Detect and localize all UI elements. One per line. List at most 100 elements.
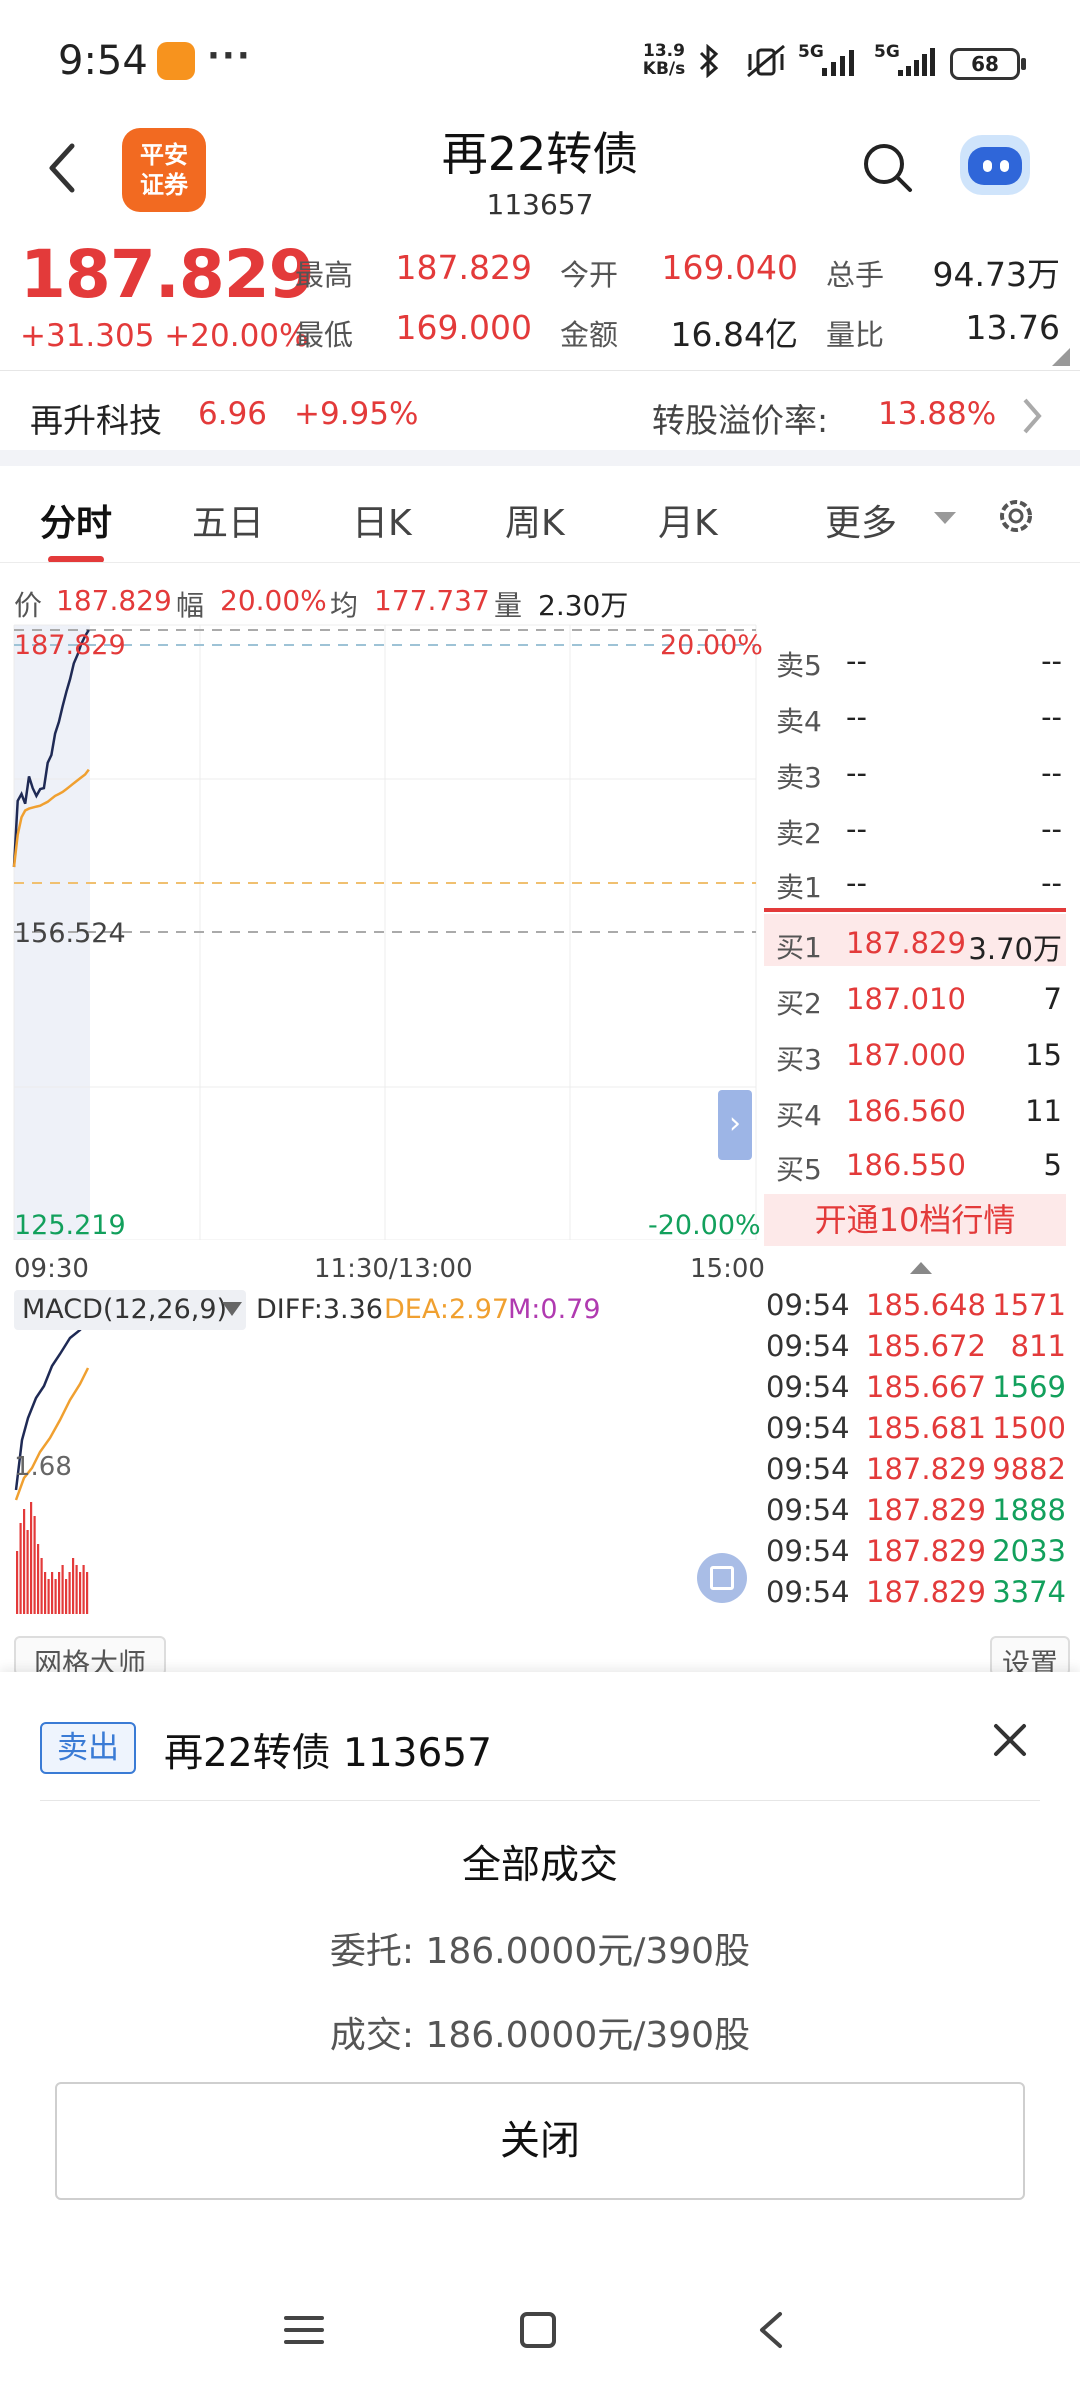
- macd-y-label: 1.68: [14, 1452, 72, 1482]
- back-arrow-icon[interactable]: [44, 140, 80, 196]
- orderbook-buy-row[interactable]: 买1 187.829 3.70万: [764, 918, 1066, 970]
- orderbook-sell-row[interactable]: 卖3 -- --: [764, 748, 1066, 800]
- info-vol-value: 2.30万: [538, 589, 629, 622]
- tick-time: 09:54: [766, 1288, 850, 1322]
- tick-volume: 811: [1010, 1329, 1066, 1363]
- chevron-down-icon[interactable]: [222, 1302, 242, 1316]
- sell-level-label: 卖4: [776, 705, 822, 738]
- collapse-up-icon[interactable]: [910, 1262, 932, 1274]
- tick-time: 09:54: [766, 1329, 850, 1363]
- search-icon[interactable]: [860, 140, 916, 196]
- status-more-icon: ···: [207, 36, 252, 76]
- sell-volume: --: [1041, 756, 1062, 790]
- close-icon[interactable]: [990, 1720, 1030, 1760]
- gear-icon[interactable]: [994, 494, 1038, 538]
- sell-volume: --: [1041, 812, 1062, 846]
- tick-price: 187.829: [866, 1575, 986, 1609]
- orderbook-buy-row[interactable]: 买4 186.560 11: [764, 1086, 1066, 1138]
- chevron-right-icon[interactable]: ›: [718, 1090, 752, 1160]
- macd-bar: [37, 1544, 40, 1614]
- back-icon[interactable]: [756, 2310, 786, 2350]
- chevron-right-icon[interactable]: [1020, 396, 1044, 436]
- macd-diff: DIFF:3.36: [256, 1294, 383, 1325]
- close-button[interactable]: 关闭: [55, 2082, 1025, 2200]
- logo-text-2: 证券: [140, 171, 188, 199]
- sell-level-label: 卖5: [776, 649, 822, 682]
- sell-volume: --: [1041, 644, 1062, 678]
- orderbook-sell-row[interactable]: 卖2 -- --: [764, 804, 1066, 856]
- premium-rate-label[interactable]: 转股溢价率:: [652, 394, 828, 442]
- sell-price: --: [846, 812, 867, 846]
- buy-level-label: 买2: [776, 987, 822, 1020]
- macd-bar: [72, 1558, 75, 1614]
- orderbook-sell-row[interactable]: 卖5 -- --: [764, 636, 1066, 688]
- tick-price: 187.829: [866, 1493, 986, 1527]
- amount-label: 金额: [560, 318, 619, 352]
- divider: [0, 562, 1080, 563]
- fullscreen-icon-inner: [710, 1566, 734, 1590]
- tab-day-k[interactable]: 日K: [352, 494, 412, 546]
- info-price-label: 价: [14, 589, 43, 622]
- y-axis-prev-close-label: 156.524: [14, 918, 126, 949]
- orderbook-sell-row[interactable]: 卖1 -- --: [764, 858, 1066, 910]
- macd-bar: [33, 1516, 36, 1614]
- tick-price: 185.667: [866, 1370, 986, 1404]
- sell-price: --: [846, 700, 867, 734]
- macd-m: M:0.79: [508, 1294, 601, 1325]
- security-code: 113657: [486, 188, 594, 221]
- orderbook-sell-row[interactable]: 卖4 -- --: [764, 692, 1066, 744]
- macd-bar: [82, 1565, 85, 1614]
- macd-bar: [16, 1551, 19, 1614]
- macd-bar: [44, 1572, 47, 1614]
- robot-face: [968, 147, 1022, 185]
- net-speed-unit: KB/s: [642, 59, 686, 79]
- broker-logo: 平安 证券: [122, 128, 206, 212]
- orderbook-buy-row[interactable]: 买3 187.000 15: [764, 1030, 1066, 1082]
- tab-month-k[interactable]: 月K: [658, 494, 718, 546]
- underlying-change: +9.95%: [294, 396, 419, 432]
- macd-bar: [65, 1579, 68, 1614]
- macd-bar: [61, 1565, 64, 1614]
- tab-week-k[interactable]: 周K: [505, 494, 565, 546]
- trade-ticks-list[interactable]: 09:54 185.648 1571 09:54 185.672 811 09:…: [764, 1282, 1066, 1612]
- buy-price: 186.550: [846, 1148, 966, 1182]
- tick-time: 09:54: [766, 1575, 850, 1609]
- last-price: 187.829: [20, 236, 315, 313]
- bluetooth-icon: [699, 44, 719, 78]
- grid-master-button[interactable]: 网格大师: [14, 1636, 167, 1680]
- sell-volume: --: [1041, 700, 1062, 734]
- sell-price: --: [846, 644, 867, 678]
- orderbook-buy-row[interactable]: 买2 187.010 7: [764, 974, 1066, 1026]
- sell-volume: --: [1041, 866, 1062, 900]
- buy-volume: 15: [1025, 1038, 1062, 1072]
- macd-histogram: [16, 1502, 89, 1614]
- signal-bars-icon: [822, 50, 854, 76]
- info-price-value: 187.829: [56, 584, 172, 617]
- underlying-stock-name[interactable]: 再升科技: [30, 394, 162, 442]
- tick-volume: 1569: [992, 1370, 1066, 1404]
- order-deal-line: 成交: 186.0000元/390股: [329, 2015, 751, 2056]
- home-icon[interactable]: [518, 2310, 558, 2350]
- tab-five-day[interactable]: 五日: [192, 494, 264, 546]
- tick-time: 09:54: [766, 1370, 850, 1404]
- high-label: 最高: [295, 258, 354, 292]
- total-hands-label: 总手: [826, 258, 885, 292]
- macd-chart[interactable]: [0, 1330, 760, 1630]
- macd-bar: [86, 1572, 89, 1614]
- menu-icon[interactable]: [282, 2310, 326, 2350]
- buy-level-label: 买5: [776, 1153, 822, 1186]
- macd-bar: [23, 1509, 26, 1614]
- tab-more[interactable]: 更多: [825, 494, 897, 546]
- expand-corner-icon[interactable]: [1052, 348, 1070, 366]
- y-axis-top-label: 187.829: [14, 630, 126, 661]
- settings-button[interactable]: 设置: [990, 1636, 1071, 1680]
- tab-intraday[interactable]: 分时: [40, 494, 112, 546]
- orderbook-buy-row[interactable]: 买5 186.550 5: [764, 1140, 1066, 1192]
- open-level10-button[interactable]: 开通10档行情: [764, 1194, 1066, 1246]
- macd-bar: [30, 1502, 33, 1614]
- net-speed-value: 13.9: [643, 41, 685, 61]
- open-value: 169.040: [661, 248, 798, 287]
- tick-price: 187.829: [866, 1452, 986, 1486]
- chevron-down-icon[interactable]: [934, 512, 956, 524]
- low-label: 最低: [295, 318, 354, 352]
